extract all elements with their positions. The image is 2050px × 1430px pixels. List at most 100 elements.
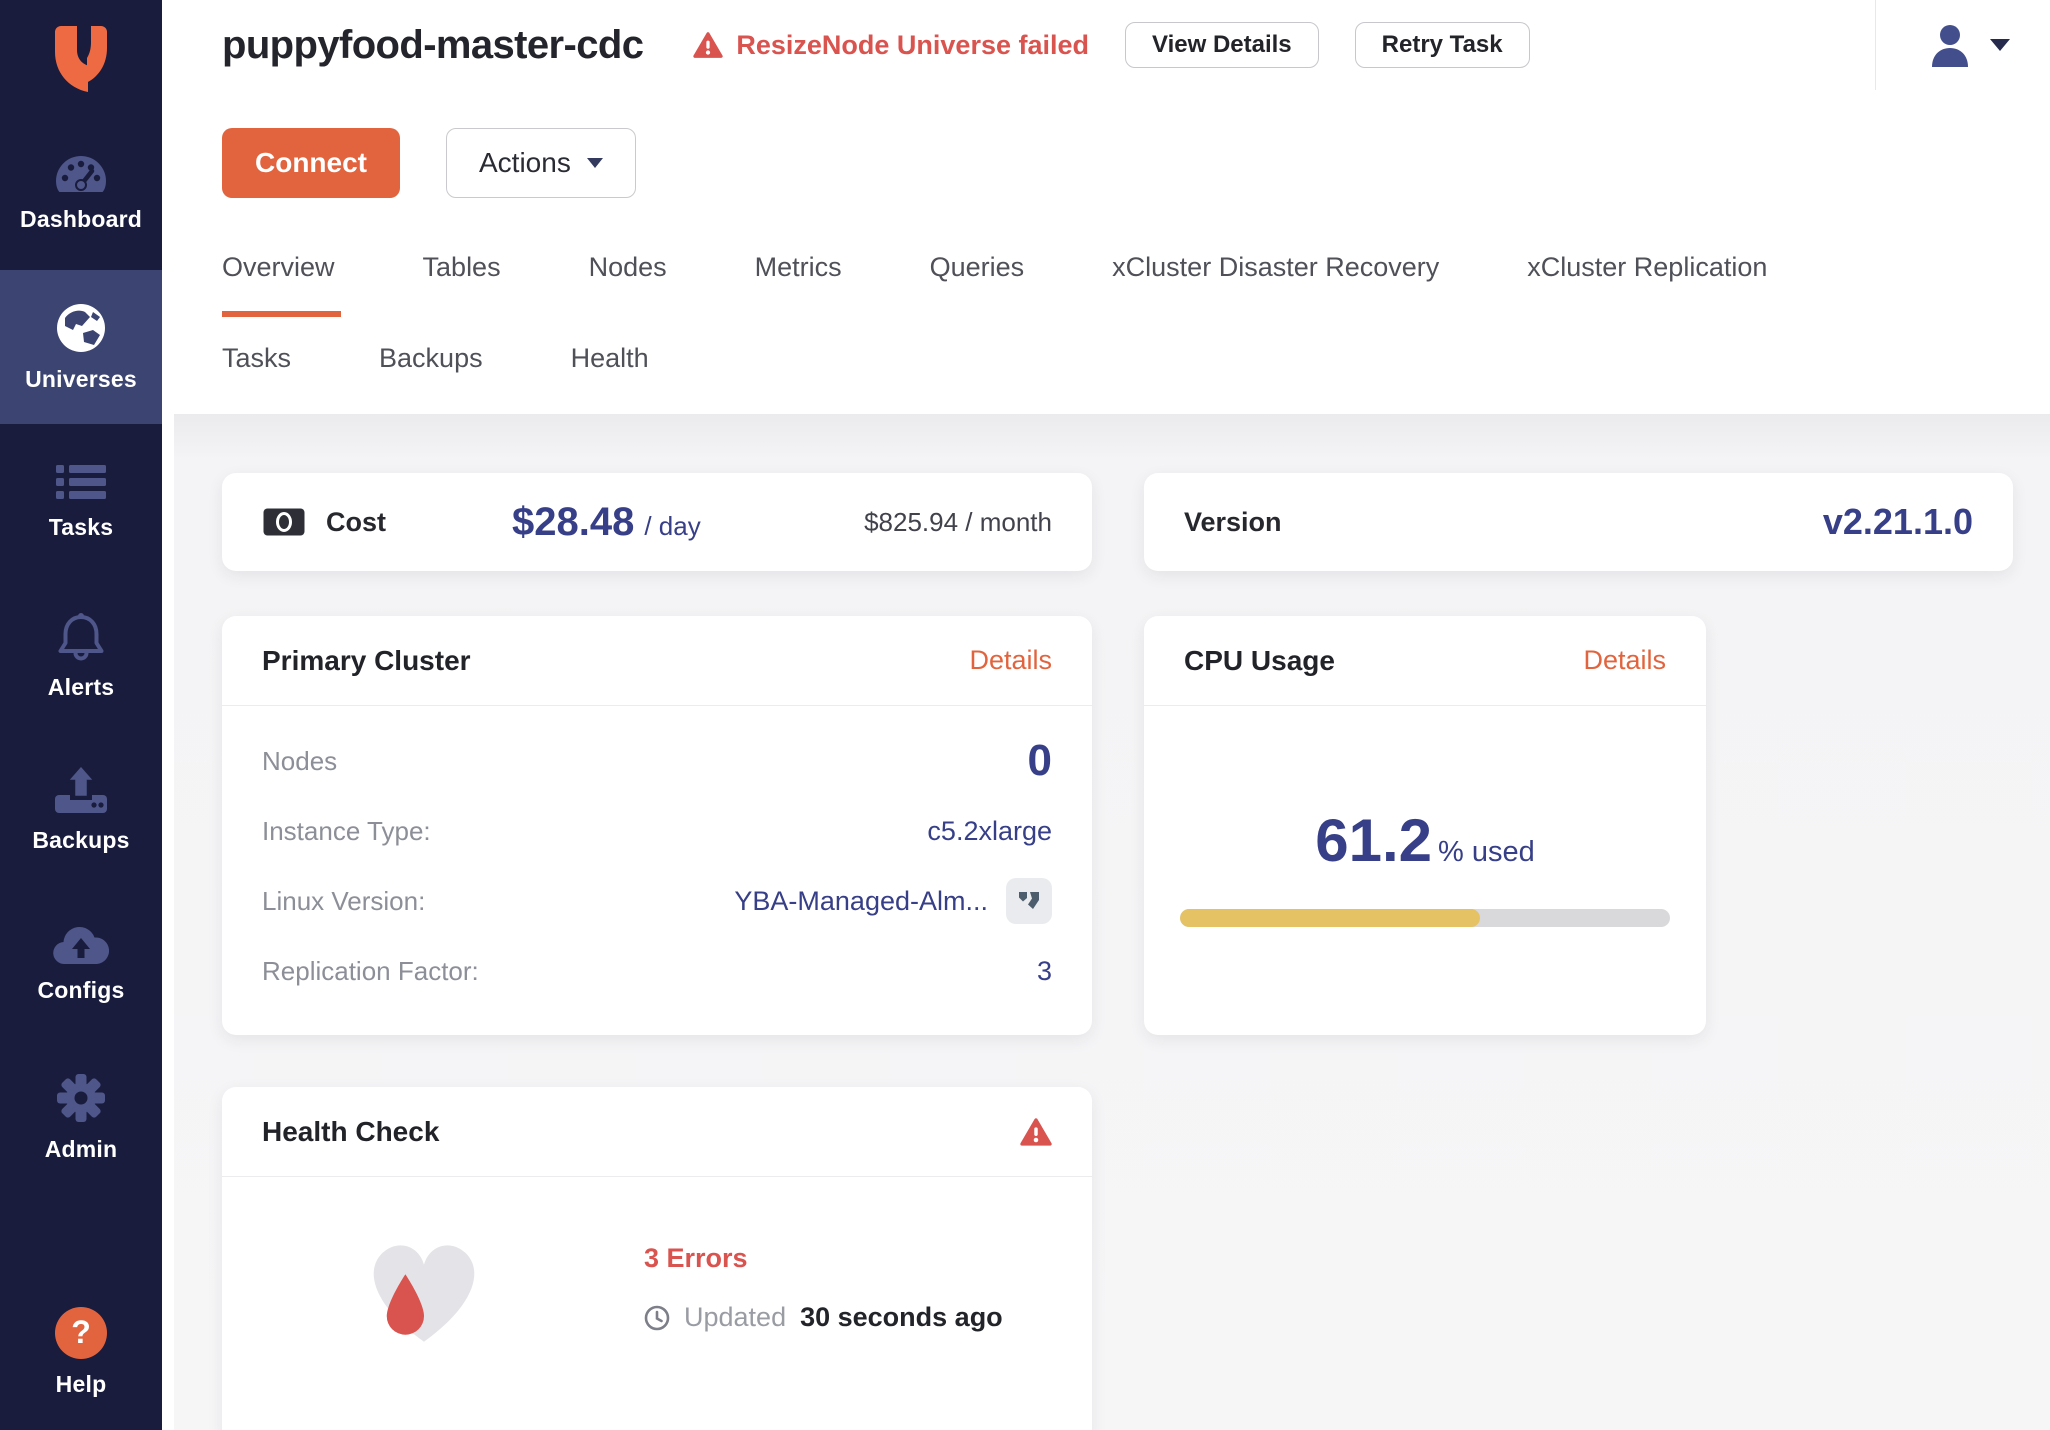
primary-cluster-title: Primary Cluster <box>262 645 471 677</box>
tab-health[interactable]: Health <box>571 343 649 414</box>
overview-content: Cost $28.48 / day $825.94 / month Primar… <box>162 414 2050 1430</box>
row-label: Replication Factor: <box>262 956 479 987</box>
actions-label: Actions <box>479 147 571 179</box>
cloud-upload-icon <box>53 923 109 965</box>
tab-xcluster-disaster-recovery[interactable]: xCluster Disaster Recovery <box>1112 252 1439 317</box>
tab-backups[interactable]: Backups <box>379 343 483 414</box>
bell-icon <box>55 610 107 662</box>
retry-task-button[interactable]: Retry Task <box>1355 22 1530 68</box>
sidebar-item-help[interactable]: ? Help <box>0 1282 162 1422</box>
task-failed-alert: ResizeNode Universe failed <box>693 30 1089 61</box>
sidebar-item-label: Tasks <box>49 514 114 541</box>
cluster-row-linux-version: Linux Version: YBA-Managed-Alm... <box>262 866 1052 936</box>
action-buttons-row: Connect Actions <box>222 128 2050 198</box>
cost-daily: $28.48 / day <box>512 500 701 545</box>
tab-queries[interactable]: Queries <box>930 252 1025 317</box>
list-icon <box>56 462 106 502</box>
warning-triangle-icon <box>1020 1117 1052 1147</box>
cpu-percent-suffix: % used <box>1438 836 1535 869</box>
health-heart-graphic <box>354 1223 494 1356</box>
universe-tabs-row1: Overview Tables Nodes Metrics Queries xC… <box>222 252 2050 317</box>
health-check-title: Health Check <box>262 1116 439 1148</box>
updated-label: Updated <box>684 1302 786 1333</box>
gear-icon <box>55 1072 107 1124</box>
sidebar-item-label: Universes <box>25 366 137 393</box>
tab-overview[interactable]: Overview <box>222 252 335 317</box>
row-value: 3 <box>1037 956 1052 987</box>
globe-icon <box>55 302 107 354</box>
universe-header: puppyfood-master-cdc ResizeNode Universe… <box>162 0 2050 414</box>
sidebar-item-configs[interactable]: Configs <box>0 886 162 1040</box>
sidebar-item-alerts[interactable]: Alerts <box>0 578 162 732</box>
sidebar-item-universes[interactable]: Universes <box>0 270 162 424</box>
main-area: puppyfood-master-cdc ResizeNode Universe… <box>162 0 2050 1430</box>
cpu-progress-bar <box>1180 909 1670 927</box>
sidebar-item-label: Configs <box>38 977 125 1004</box>
cpu-usage-card: CPU Usage Details 61.2 % used <box>1144 616 1706 1035</box>
row-label: Instance Type: <box>262 816 431 847</box>
updated-timestamp: 30 seconds ago <box>800 1302 1003 1333</box>
row-value: c5.2xlarge <box>927 816 1052 847</box>
tab-tables[interactable]: Tables <box>423 252 501 317</box>
cpu-progress-fill <box>1180 909 1480 927</box>
question-icon: ? <box>55 1307 107 1359</box>
row-value: YBA-Managed-Alm... <box>734 886 988 917</box>
health-check-card: Health Check <box>222 1087 1092 1430</box>
sidebar-item-dashboard[interactable]: Dashboard <box>0 116 162 270</box>
yugabyte-logo[interactable] <box>0 0 162 116</box>
cluster-row-nodes: Nodes 0 <box>262 726 1052 796</box>
cpu-usage-value: 61.2 % used <box>1315 806 1535 875</box>
connect-button[interactable]: Connect <box>222 128 400 198</box>
cpu-percent: 61.2 <box>1315 806 1432 875</box>
row-label: Linux Version: <box>262 886 425 917</box>
sidebar-item-label: Dashboard <box>20 206 142 233</box>
cost-monthly-value: $825.94 / month <box>864 507 1052 538</box>
upload-icon <box>55 765 107 815</box>
cost-daily-value: $28.48 <box>512 500 634 545</box>
yba-image-badge[interactable] <box>1006 878 1052 924</box>
page-title: puppyfood-master-cdc <box>222 23 643 68</box>
cpu-usage-title: CPU Usage <box>1184 645 1335 677</box>
sidebar-item-tasks[interactable]: Tasks <box>0 424 162 578</box>
version-card: Version v2.21.1.0 <box>1144 473 2013 571</box>
clock-icon <box>644 1305 670 1331</box>
gauge-icon <box>54 154 108 194</box>
cost-card: Cost $28.48 / day $825.94 / month <box>222 473 1092 571</box>
cost-daily-unit: / day <box>644 511 700 542</box>
heart-icon <box>354 1223 494 1351</box>
user-menu[interactable] <box>1875 0 2050 90</box>
cost-label: Cost <box>326 507 386 538</box>
yugabyte-mark-icon <box>1016 888 1042 914</box>
sidebar-item-backups[interactable]: Backups <box>0 732 162 886</box>
actions-dropdown-button[interactable]: Actions <box>446 128 636 198</box>
primary-cluster-details-link[interactable]: Details <box>969 645 1052 676</box>
sidebar-item-label: Alerts <box>48 674 114 701</box>
cluster-row-replication-factor: Replication Factor: 3 <box>262 936 1052 1006</box>
cpu-usage-details-link[interactable]: Details <box>1583 645 1666 676</box>
chevron-down-icon <box>1990 39 2010 51</box>
warning-triangle-icon <box>693 31 723 59</box>
version-label: Version <box>1184 507 1282 538</box>
row-value: 0 <box>1028 736 1052 786</box>
sidebar-item-label: Admin <box>45 1136 118 1163</box>
sidebar: Dashboard Universes Tasks Alerts <box>0 0 162 1430</box>
yugabyte-logo-icon <box>51 22 111 94</box>
sidebar-item-label: Backups <box>32 827 129 854</box>
tab-xcluster-replication[interactable]: xCluster Replication <box>1527 252 1767 317</box>
health-errors-link[interactable]: 3 Errors <box>644 1243 748 1274</box>
tab-metrics[interactable]: Metrics <box>755 252 842 317</box>
primary-cluster-card: Primary Cluster Details Nodes 0 Instance… <box>222 616 1092 1035</box>
banknote-icon <box>262 507 306 537</box>
task-failed-text: ResizeNode Universe failed <box>736 30 1089 61</box>
sidebar-item-label: Help <box>56 1371 107 1398</box>
view-details-button[interactable]: View Details <box>1125 22 1319 68</box>
tab-nodes[interactable]: Nodes <box>589 252 667 317</box>
user-avatar-icon <box>1926 21 1974 69</box>
row-label: Nodes <box>262 746 337 777</box>
chevron-down-icon <box>587 158 603 168</box>
version-value: v2.21.1.0 <box>1823 501 1973 543</box>
sidebar-item-admin[interactable]: Admin <box>0 1040 162 1194</box>
universe-tabs-row2: Tasks Backups Health <box>222 343 2050 414</box>
topbar: puppyfood-master-cdc ResizeNode Universe… <box>222 0 2050 90</box>
tab-tasks[interactable]: Tasks <box>222 343 291 414</box>
